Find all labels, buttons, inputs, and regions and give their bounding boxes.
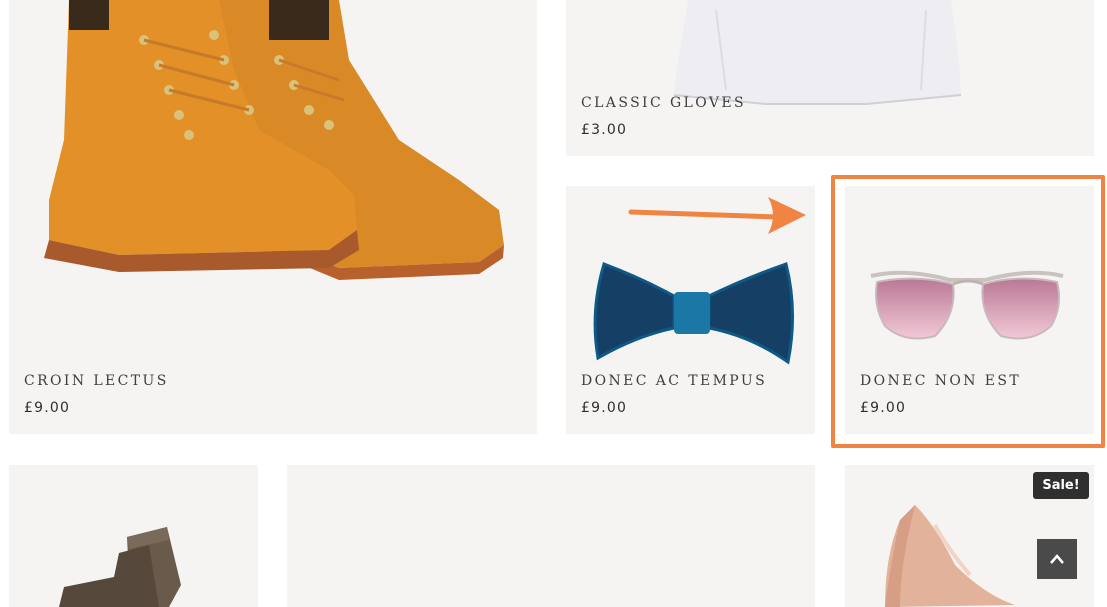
product-name[interactable]: CLASSIC GLOVES bbox=[581, 95, 746, 111]
product-card-croin-lectus[interactable]: CROIN LECTUS £9.00 bbox=[9, 0, 537, 434]
chevron-up-icon bbox=[1049, 553, 1065, 565]
pink-sunglasses-image[interactable] bbox=[845, 186, 1094, 366]
wool-socks-image[interactable] bbox=[9, 465, 258, 607]
product-card-socks[interactable] bbox=[9, 465, 258, 607]
product-price: £9.00 bbox=[581, 400, 628, 416]
product-card-blank[interactable] bbox=[287, 465, 815, 607]
white-tshirt-image[interactable] bbox=[566, 0, 1094, 110]
product-price: £9.00 bbox=[24, 400, 71, 416]
product-card-classic-gloves[interactable]: CLASSIC GLOVES £3.00 bbox=[566, 0, 1094, 156]
product-card-donec-non-est[interactable]: DONEC NON EST £9.00 bbox=[845, 186, 1094, 434]
back-to-top-button[interactable] bbox=[1037, 539, 1077, 579]
product-name[interactable]: DONEC AC TEMPUS bbox=[581, 373, 767, 389]
product-price: £3.00 bbox=[581, 122, 628, 138]
annotation-arrow bbox=[628, 197, 806, 234]
orange-boot-image[interactable] bbox=[9, 0, 537, 300]
sale-badge: Sale! bbox=[1033, 472, 1089, 499]
product-name[interactable]: CROIN LECTUS bbox=[24, 373, 169, 389]
product-name[interactable]: DONEC NON EST bbox=[860, 373, 1021, 389]
product-price: £9.00 bbox=[860, 400, 907, 416]
blank-product-image[interactable] bbox=[287, 465, 815, 607]
